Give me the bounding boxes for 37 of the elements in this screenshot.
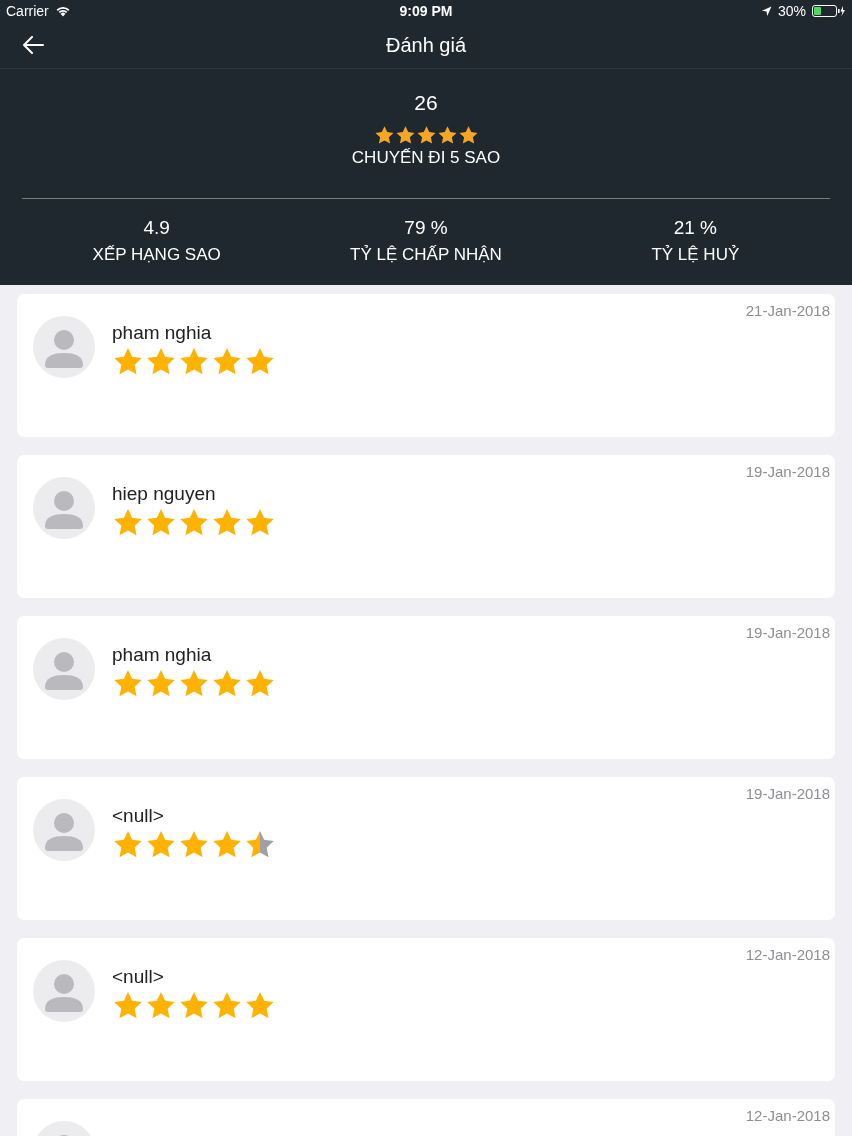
review-date: 19-Jan-2018 <box>745 785 830 802</box>
stat-label: XẾP HẠNG SAO <box>92 245 221 265</box>
star-icon <box>373 125 395 146</box>
five-star-count: 26 <box>414 91 438 115</box>
reviewer-name: <null> <box>112 966 165 988</box>
reviewer-name: hiep nguyen <box>112 483 217 505</box>
avatar-icon <box>33 316 95 378</box>
stat-value: 79 % <box>404 217 448 239</box>
reviewer-name: <null> <box>112 805 165 827</box>
reviewer-name: pham nghia <box>112 322 213 344</box>
stat-label: TỶ LỆ HUỶ <box>651 245 740 265</box>
stat-label: TỶ LỆ CHẤP NHẬN <box>350 245 502 265</box>
avatar-icon <box>33 960 95 1022</box>
stat-value: 4.9 <box>143 217 170 239</box>
battery-charging-icon <box>812 5 846 17</box>
avatar-icon <box>33 638 95 700</box>
location-arrow-icon <box>760 5 772 17</box>
page-title: Đánh giá <box>385 33 467 57</box>
review-date: 12-Jan-2018 <box>745 1107 830 1124</box>
status-time: 9:09 PM <box>399 3 453 19</box>
review-date: 19-Jan-2018 <box>745 624 830 641</box>
review-date: 12-Jan-2018 <box>745 946 830 963</box>
star-icon <box>457 125 479 146</box>
summary-label: CHUYẾN ĐI 5 SAO <box>351 148 501 168</box>
avatar-icon <box>33 799 95 861</box>
avatar-icon <box>33 477 95 539</box>
review-date: 21-Jan-2018 <box>745 302 830 319</box>
carrier-label: Carrier <box>6 3 49 19</box>
reviewer-name: pham nghia <box>112 644 213 666</box>
back-button[interactable] <box>20 34 46 56</box>
stat-value: 21 % <box>673 217 717 239</box>
star-icon <box>436 125 458 146</box>
star-icon <box>415 125 437 146</box>
review-date: 19-Jan-2018 <box>745 463 830 480</box>
star-icon <box>394 125 416 146</box>
battery-percent: 30% <box>777 3 806 19</box>
wifi-icon <box>54 5 71 17</box>
